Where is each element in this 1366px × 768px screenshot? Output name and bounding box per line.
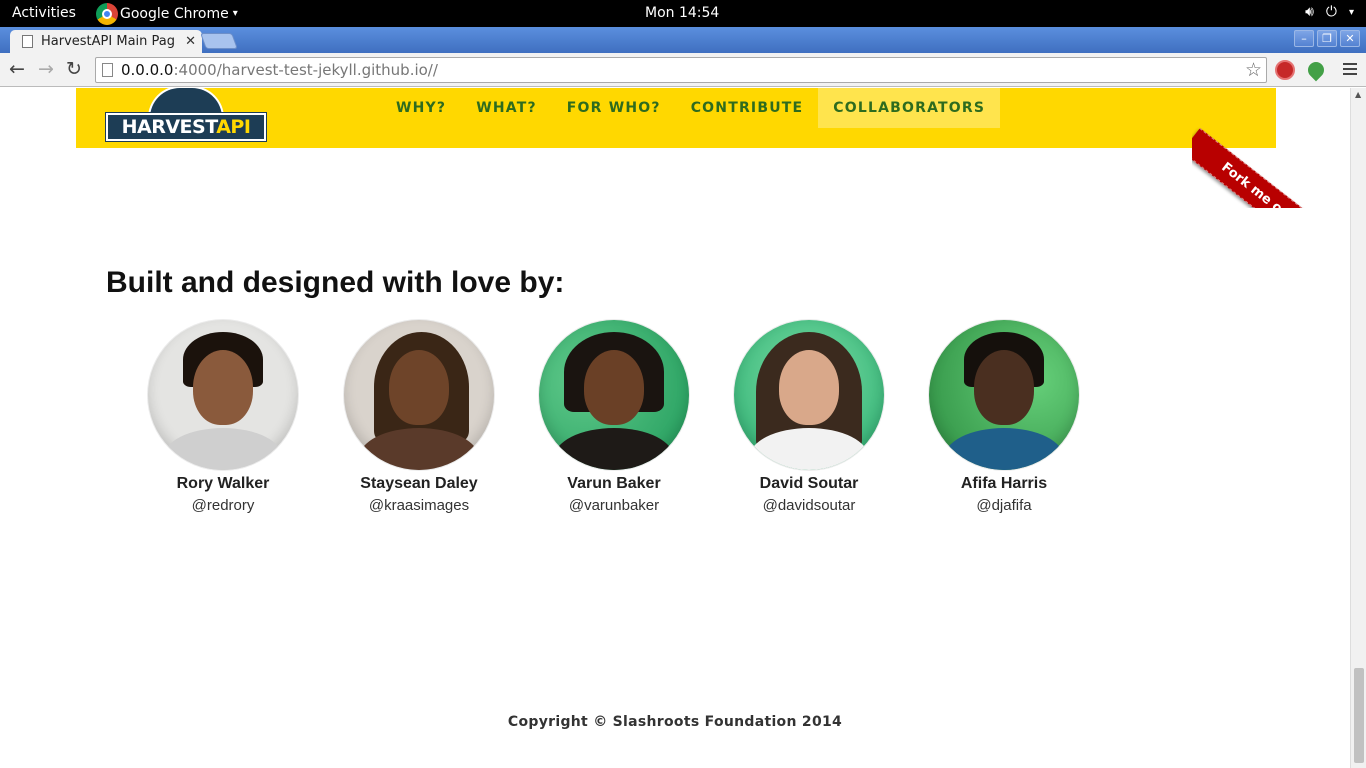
chevron-down-icon: ▾ bbox=[232, 8, 238, 19]
collaborator-card: Varun Baker @varunbaker bbox=[524, 320, 704, 514]
app-menu-label: Google Chrome bbox=[120, 5, 229, 22]
collaborator-handle[interactable]: @davidsoutar bbox=[719, 497, 899, 514]
collaborator-name: Afifa Harris bbox=[960, 475, 1048, 492]
browser-toolbar: ← → ↻ 0.0.0.0:4000/harvest-test-jekyll.g… bbox=[0, 53, 1366, 87]
scroll-up-icon[interactable]: ▲ bbox=[1355, 90, 1361, 99]
window-controls: – ❐ ✕ bbox=[1294, 30, 1360, 47]
forward-button[interactable]: → bbox=[36, 59, 56, 79]
chrome-icon bbox=[96, 2, 118, 25]
avatar bbox=[344, 320, 494, 470]
fork-me-ribbon-label: Fork me on GitHub bbox=[1192, 128, 1350, 208]
chrome-menu-icon[interactable] bbox=[1343, 63, 1357, 78]
collaborator-card: Staysean Daley @kraasimages bbox=[329, 320, 509, 514]
close-window-button[interactable]: ✕ bbox=[1340, 30, 1360, 47]
url-path: :4000/harvest-test-jekyll.github.io// bbox=[173, 61, 438, 79]
volume-icon: 🔊︎ bbox=[1305, 4, 1314, 20]
collaborators-heading: Built and designed with love by: bbox=[106, 266, 565, 299]
tab-harvestapi[interactable]: HarvestAPI Main Pag ✕ bbox=[10, 30, 202, 53]
avatar bbox=[929, 320, 1079, 470]
collaborator-name: Varun Baker bbox=[567, 475, 661, 492]
avatar bbox=[734, 320, 884, 470]
activities-button[interactable]: Activities bbox=[12, 5, 76, 21]
logo-wordmark: HARVESTAPI bbox=[105, 112, 267, 142]
new-tab-button[interactable] bbox=[200, 33, 238, 49]
nav-contribute[interactable]: CONTRIBUTE bbox=[676, 88, 819, 128]
scrollbar-thumb[interactable] bbox=[1354, 668, 1364, 763]
avatar bbox=[539, 320, 689, 470]
collaborator-handle[interactable]: @djafifa bbox=[914, 497, 1094, 514]
reload-button[interactable]: ↻ bbox=[64, 59, 84, 79]
nav-collaborators[interactable]: COLLABORATORS bbox=[818, 88, 1001, 128]
page-scrollbar[interactable]: ▲ bbox=[1350, 88, 1366, 768]
collaborator-handle[interactable]: @varunbaker bbox=[524, 497, 704, 514]
harvestapi-logo[interactable]: HARVESTAPI bbox=[105, 88, 267, 142]
collaborator-name: Rory Walker bbox=[176, 475, 270, 492]
bookmark-star-icon[interactable]: ☆ bbox=[1245, 59, 1262, 81]
collaborator-handle[interactable]: @kraasimages bbox=[329, 497, 509, 514]
maximize-button[interactable]: ❐ bbox=[1317, 30, 1337, 47]
clock[interactable]: Mon 14:54 bbox=[645, 5, 719, 21]
footer-copyright: Copyright © Slashroots Foundation 2014 bbox=[507, 714, 843, 730]
adblock-extension-icon[interactable] bbox=[1275, 60, 1295, 80]
collaborator-name: David Soutar bbox=[759, 475, 859, 492]
back-button[interactable]: ← bbox=[7, 59, 27, 79]
tab-strip: HarvestAPI Main Pag ✕ – ❐ ✕ bbox=[0, 27, 1366, 53]
github-ribbon[interactable]: Fork me on GitHub bbox=[1192, 88, 1350, 208]
nav-why[interactable]: WHY? bbox=[381, 88, 461, 128]
evernote-extension-icon[interactable] bbox=[1304, 58, 1328, 82]
power-icon: ⏻ bbox=[1325, 4, 1337, 20]
app-menu[interactable]: Google Chrome ▾ bbox=[96, 2, 238, 25]
gnome-top-bar: Activities Google Chrome ▾ Mon 14:54 🔊︎ … bbox=[0, 0, 1366, 27]
main-nav: WHY? WHAT? FOR WHO? CONTRIBUTE COLLABORA… bbox=[381, 88, 1001, 128]
page-icon bbox=[22, 35, 33, 48]
collaborator-card: David Soutar @davidsoutar bbox=[719, 320, 899, 514]
nav-what[interactable]: WHAT? bbox=[461, 88, 552, 128]
url-host: 0.0.0.0 bbox=[121, 61, 174, 79]
site-header: HARVESTAPI WHY? WHAT? FOR WHO? CONTRIBUT… bbox=[76, 88, 1350, 208]
collaborator-handle[interactable]: @redrory bbox=[133, 497, 313, 514]
address-bar[interactable]: 0.0.0.0:4000/harvest-test-jekyll.github.… bbox=[95, 57, 1267, 83]
collaborator-card: Rory Walker @redrory bbox=[133, 320, 313, 514]
tab-title: HarvestAPI Main Pag bbox=[41, 34, 175, 49]
chevron-down-icon: ▾ bbox=[1348, 7, 1354, 18]
collaborator-card: Afifa Harris @djafifa bbox=[914, 320, 1094, 514]
system-status-area[interactable]: 🔊︎ ⏻ ▾ bbox=[1305, 4, 1354, 22]
collaborator-name: Staysean Daley bbox=[360, 475, 478, 492]
avatar bbox=[148, 320, 298, 470]
page-info-icon[interactable] bbox=[102, 63, 113, 77]
minimize-button[interactable]: – bbox=[1294, 30, 1314, 47]
close-icon[interactable]: ✕ bbox=[185, 34, 196, 49]
page-viewport: HARVESTAPI WHY? WHAT? FOR WHO? CONTRIBUT… bbox=[0, 88, 1350, 768]
nav-for-who[interactable]: FOR WHO? bbox=[552, 88, 676, 128]
